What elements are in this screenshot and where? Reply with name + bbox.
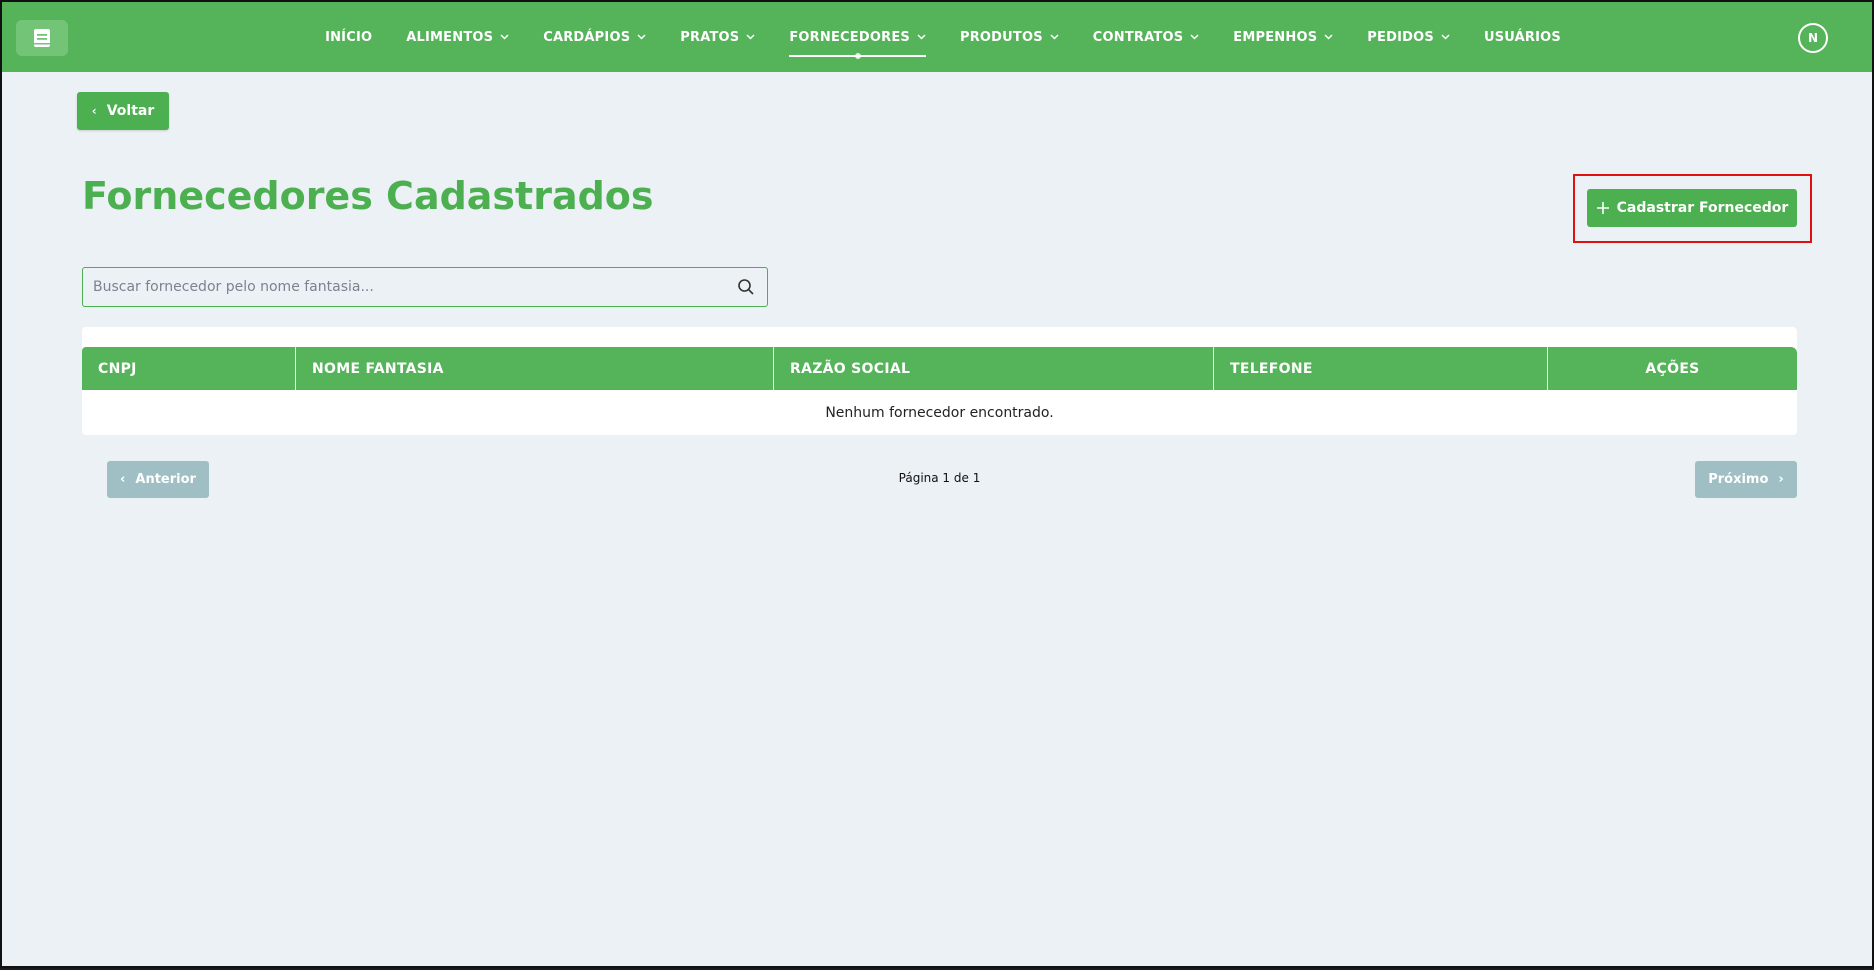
empty-state-message: Nenhum fornecedor encontrado. xyxy=(825,404,1054,421)
top-navbar: INÍCIO ALIMENTOS CARDÁPIOS PRATOS FORNEC… xyxy=(2,0,1872,72)
chevron-down-icon xyxy=(1050,34,1059,40)
add-supplier-button[interactable]: Cadastrar Fornecedor xyxy=(1587,189,1797,227)
nav-item-pedidos[interactable]: PEDIDOS xyxy=(1367,30,1450,45)
column-header-acoes: AÇÕES xyxy=(1645,360,1700,377)
nav-label: INÍCIO xyxy=(325,29,373,45)
active-indicator xyxy=(853,51,862,60)
nav-item-pratos[interactable]: PRATOS xyxy=(680,30,755,45)
nav-label: PRATOS xyxy=(680,29,740,45)
column-header-razao-social: RAZÃO SOCIAL xyxy=(774,347,1214,390)
search-box xyxy=(82,267,768,307)
plus-icon xyxy=(1596,202,1609,214)
nav-item-produtos[interactable]: PRODUTOS xyxy=(960,30,1059,45)
next-page-button[interactable]: Próximo › xyxy=(1695,461,1797,498)
nav-label: EMPENHOS xyxy=(1233,29,1318,45)
app-frame: INÍCIO ALIMENTOS CARDÁPIOS PRATOS FORNEC… xyxy=(0,0,1874,968)
column-header-nome-fantasia: NOME FANTASIA xyxy=(296,347,774,390)
nav-label: PEDIDOS xyxy=(1367,29,1434,45)
chevron-down-icon xyxy=(746,34,755,40)
nav-item-empenhos[interactable]: EMPENHOS xyxy=(1233,30,1333,45)
chevron-down-icon xyxy=(917,34,926,40)
table-header: CNPJ NOME FANTASIA RAZÃO SOCIAL TELEFONE… xyxy=(82,347,1797,390)
column-header-telefone: TELEFONE xyxy=(1214,347,1548,390)
nav-label: CONTRATOS xyxy=(1092,29,1184,45)
chevron-right-icon: › xyxy=(1778,472,1784,487)
chevron-left-icon: ‹ xyxy=(120,472,126,487)
chevron-down-icon xyxy=(637,34,646,40)
nav-label: CARDÁPIOS xyxy=(543,29,631,45)
previous-page-label: Anterior xyxy=(135,472,196,487)
search-icon[interactable] xyxy=(737,278,755,296)
nav-label: FORNECEDORES xyxy=(789,29,910,45)
chevron-down-icon xyxy=(1324,34,1333,40)
chevron-down-icon xyxy=(1441,34,1450,40)
back-button[interactable]: ‹ Voltar xyxy=(77,92,169,130)
nav-item-alimentos[interactable]: ALIMENTOS xyxy=(406,30,509,45)
nav-label: PRODUTOS xyxy=(959,29,1043,45)
page-indicator: Página 1 de 1 xyxy=(898,471,981,485)
user-avatar[interactable]: N xyxy=(1798,23,1828,53)
next-page-label: Próximo xyxy=(1708,472,1769,487)
nav-item-cardapios[interactable]: CARDÁPIOS xyxy=(543,30,646,45)
main-nav: INÍCIO ALIMENTOS CARDÁPIOS PRATOS FORNEC… xyxy=(2,2,1872,72)
nav-item-usuarios[interactable]: USUÁRIOS xyxy=(1484,30,1561,45)
nav-label: ALIMENTOS xyxy=(406,29,494,45)
nav-item-contratos[interactable]: CONTRATOS xyxy=(1093,30,1199,45)
search-input[interactable] xyxy=(93,268,703,306)
add-supplier-label: Cadastrar Fornecedor xyxy=(1616,200,1789,216)
page-title: Fornecedores Cadastrados xyxy=(82,174,654,218)
chevron-left-icon: ‹ xyxy=(91,104,97,118)
previous-page-button[interactable]: ‹ Anterior xyxy=(107,461,209,498)
nav-item-fornecedores[interactable]: FORNECEDORES xyxy=(789,29,926,60)
nav-label: USUÁRIOS xyxy=(1483,29,1561,45)
chevron-down-icon xyxy=(500,34,509,40)
back-button-label: Voltar xyxy=(106,103,155,119)
chevron-down-icon xyxy=(1190,34,1199,40)
column-header-cnpj: CNPJ xyxy=(82,347,296,390)
suppliers-table: CNPJ NOME FANTASIA RAZÃO SOCIAL TELEFONE… xyxy=(82,327,1797,435)
nav-item-inicio[interactable]: INÍCIO xyxy=(325,30,372,45)
